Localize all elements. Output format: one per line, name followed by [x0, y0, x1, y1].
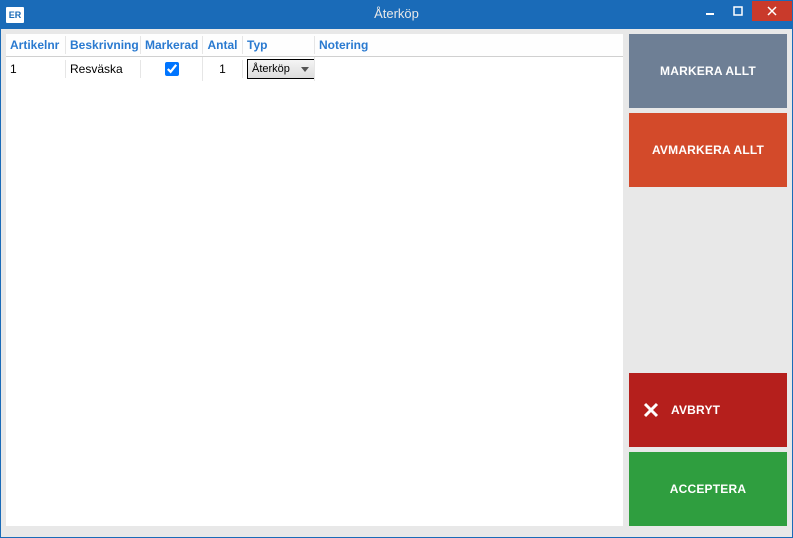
avbryt-label: AVBRYT	[671, 403, 720, 417]
minimize-button[interactable]	[696, 1, 724, 21]
cell-typ: Återköp	[243, 57, 315, 81]
cell-artikelnr: 1	[6, 60, 66, 78]
table-row[interactable]: 1 Resväska 1 Återköp	[6, 57, 623, 81]
acceptera-label: ACCEPTERA	[670, 482, 746, 496]
titlebar: ER Återköp	[1, 1, 792, 29]
cancel-x-icon	[641, 400, 661, 420]
grid-panel: Artikelnr Beskrivning Markerad Antal Typ…	[6, 34, 623, 526]
close-icon	[767, 6, 777, 16]
grid-header: Artikelnr Beskrivning Markerad Antal Typ…	[6, 34, 623, 57]
col-header-artikelnr[interactable]: Artikelnr	[6, 36, 66, 54]
avmarkera-allt-button[interactable]: AVMARKERA ALLT	[629, 113, 787, 187]
status-strip	[1, 531, 792, 537]
col-header-typ[interactable]: Typ	[243, 36, 315, 54]
sidebar-spacer	[629, 192, 787, 368]
acceptera-button[interactable]: ACCEPTERA	[629, 452, 787, 526]
markera-allt-button[interactable]: MARKERA ALLT	[629, 34, 787, 108]
window-buttons	[696, 1, 792, 21]
avbryt-button[interactable]: AVBRYT	[629, 373, 787, 447]
close-button[interactable]	[752, 1, 792, 21]
cell-markerad	[141, 57, 203, 81]
cell-antal: 1	[203, 60, 243, 78]
typ-dropdown-value: Återköp	[252, 63, 290, 75]
body-area: Artikelnr Beskrivning Markerad Antal Typ…	[1, 29, 792, 531]
col-header-notering[interactable]: Notering	[315, 36, 623, 54]
maximize-button[interactable]	[724, 1, 752, 21]
cell-notering[interactable]	[315, 67, 623, 71]
window: ER Återköp Artikelnr Beskrivning Markera…	[0, 0, 793, 538]
col-header-markerad[interactable]: Markerad	[141, 36, 203, 54]
maximize-icon	[733, 6, 743, 16]
col-header-beskrivning[interactable]: Beskrivning	[66, 36, 141, 54]
minimize-icon	[705, 6, 715, 16]
cell-beskrivning: Resväska	[66, 60, 141, 78]
avmarkera-allt-label: AVMARKERA ALLT	[652, 143, 764, 157]
sidebar: MARKERA ALLT AVMARKERA ALLT AVBRYT ACCEP…	[629, 34, 787, 526]
typ-dropdown[interactable]: Återköp	[247, 59, 315, 79]
markera-allt-label: MARKERA ALLT	[660, 64, 756, 78]
markerad-checkbox[interactable]	[165, 62, 179, 76]
window-title: Återköp	[1, 6, 792, 21]
col-header-antal[interactable]: Antal	[203, 36, 243, 54]
